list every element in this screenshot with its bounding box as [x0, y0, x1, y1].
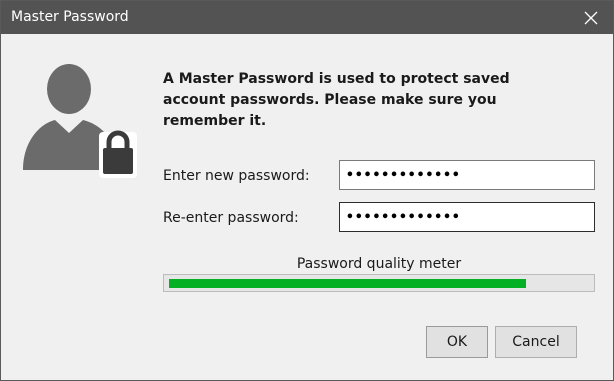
quality-meter: [163, 274, 595, 292]
dialog-title: Master Password: [11, 9, 129, 25]
dialog-body: A Master Password is used to protect sav…: [1, 34, 613, 380]
ok-button[interactable]: OK: [426, 326, 488, 358]
reenter-password-field[interactable]: [339, 202, 595, 232]
new-password-field[interactable]: [339, 160, 595, 190]
title-bar[interactable]: Master Password: [1, 1, 613, 34]
cancel-button[interactable]: Cancel: [495, 326, 577, 358]
user-lock-icon: [23, 64, 137, 178]
new-password-label: Enter new password:: [163, 168, 310, 184]
master-password-dialog: Master Password A Master Password is use…: [0, 0, 614, 381]
quality-meter-fill: [169, 279, 526, 288]
info-message: A Master Password is used to protect sav…: [163, 71, 510, 129]
close-icon: [584, 11, 598, 24]
close-button[interactable]: [569, 1, 613, 34]
reenter-password-label: Re-enter password:: [163, 210, 299, 226]
quality-meter-label: Password quality meter: [296, 256, 462, 272]
